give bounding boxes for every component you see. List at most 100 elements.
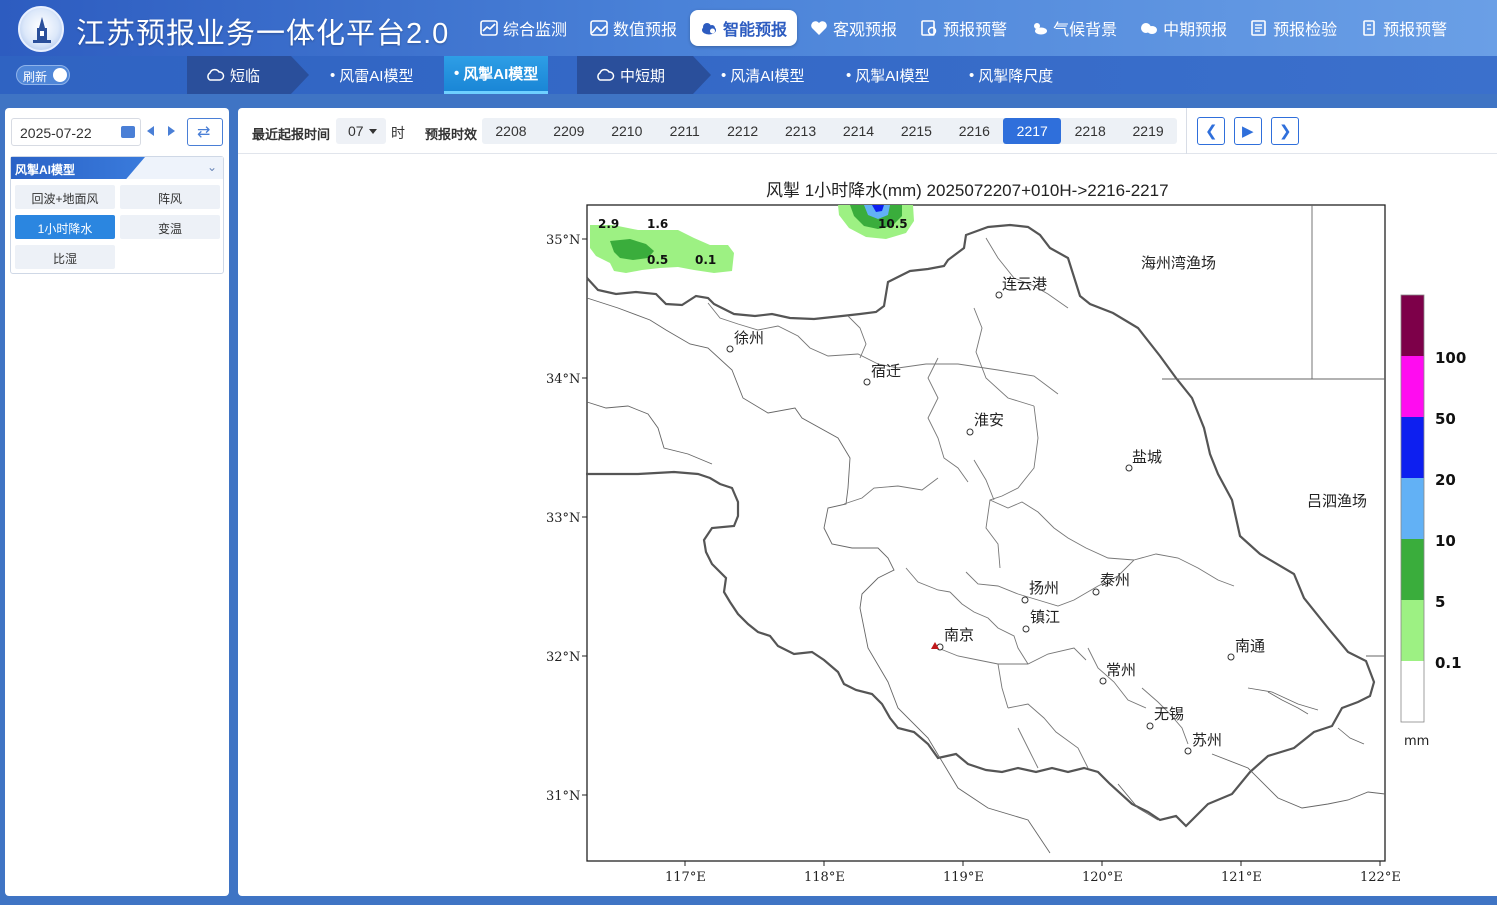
colorbar-label: 0.1 xyxy=(1435,654,1462,672)
map-frame xyxy=(586,204,1386,862)
refresh-label: 刷新 xyxy=(23,70,48,84)
valid-time-item[interactable]: 2208 xyxy=(482,118,540,144)
next-time-button[interactable]: ❯ xyxy=(1271,117,1299,145)
subnav-item-label: 风掣AI模型 xyxy=(463,66,539,83)
valid-time-item[interactable]: 2219 xyxy=(1119,118,1177,144)
nav-numerical-forecast[interactable]: 数值预报 xyxy=(580,10,687,46)
colorbar-label: 50 xyxy=(1435,410,1456,428)
colorbar-label: 100 xyxy=(1435,349,1466,367)
lon-label: 122°E xyxy=(1360,870,1401,885)
nav-forecast-warning[interactable]: 预报预警 xyxy=(910,10,1017,46)
city-label-nanjing: 南京 xyxy=(944,626,974,644)
var-temp-change[interactable]: 变温 xyxy=(120,215,220,239)
model-panel-header[interactable]: 风掣AI模型 ⌄ xyxy=(11,157,223,179)
valid-time-item[interactable]: 2216 xyxy=(945,118,1003,144)
lat-label: 33°N xyxy=(546,511,580,526)
subnav-group-short-medium[interactable]: 中短期 xyxy=(577,56,711,94)
city-dot xyxy=(726,345,734,353)
city-label-nantong: 南通 xyxy=(1235,637,1265,655)
valid-time-item[interactable]: 2213 xyxy=(772,118,830,144)
lat-label: 32°N xyxy=(546,650,580,665)
lon-label: 121°E xyxy=(1221,870,1262,885)
var-specific-humidity[interactable]: 比湿 xyxy=(15,245,115,269)
valid-time-list: 2208 2209 2210 2211 2212 2213 2214 2215 … xyxy=(482,118,1177,144)
cloud-icon xyxy=(702,23,717,35)
valid-time-item[interactable]: 2212 xyxy=(714,118,772,144)
valid-time-item[interactable]: 2215 xyxy=(887,118,945,144)
subnav-item-fengche-ai[interactable]: • 风掣AI模型 xyxy=(444,56,549,94)
nav-medium-range-forecast[interactable]: 中期预报 xyxy=(1130,10,1237,46)
valid-time-item-active[interactable]: 2217 xyxy=(1003,118,1062,144)
var-radar-wind[interactable]: 回波+地面风 xyxy=(15,185,115,209)
city-label-lianyungang: 连云港 xyxy=(1002,275,1047,293)
subnav-item-fengche-ai-2[interactable]: • 风掣AI模型 xyxy=(846,56,929,94)
model-title: 风掣AI模型 xyxy=(11,157,145,179)
subnav-item-fengqing-ai[interactable]: • 风清AI模型 xyxy=(721,56,804,94)
caret-down-icon xyxy=(369,129,377,134)
subnav-group-label: 中短期 xyxy=(620,67,666,85)
nav-objective-forecast[interactable]: 客观预报 xyxy=(800,10,907,46)
city-label-yancheng: 盐城 xyxy=(1132,448,1162,466)
colorbar-swatch xyxy=(1401,356,1424,417)
subnav-item-fenglei-ai[interactable]: • 风雷AI模型 xyxy=(330,56,413,94)
sea-label-haizhou-bay: 海州湾渔场 xyxy=(1141,254,1216,272)
city-label-suqian: 宿迁 xyxy=(871,362,901,380)
lat-label: 34°N xyxy=(546,372,580,387)
rain-value-label: 1.6 xyxy=(647,217,668,231)
valid-time-item[interactable]: 2210 xyxy=(598,118,656,144)
hour-unit-label: 时 xyxy=(391,125,405,141)
date-next-icon[interactable] xyxy=(168,126,175,136)
valid-time-item[interactable]: 2209 xyxy=(540,118,598,144)
subnav-item-fengche-downscale[interactable]: • 风掣降尺度 xyxy=(969,56,1053,94)
model-panel: 风掣AI模型 ⌄ 回波+地面风 阵风 1小时降水 变温 比湿 xyxy=(10,156,224,274)
valid-time-item[interactable]: 2211 xyxy=(656,118,714,144)
valid-time-item[interactable]: 2218 xyxy=(1061,118,1119,144)
rain-value-label: 0.5 xyxy=(647,253,668,267)
nav-label: 气候背景 xyxy=(1053,22,1118,39)
logo-tower-icon xyxy=(33,17,51,43)
lon-label: 120°E xyxy=(1082,870,1123,885)
colorbar-label: 5 xyxy=(1435,593,1445,611)
subnav-item-label: 风掣降尺度 xyxy=(978,67,1054,85)
city-dot xyxy=(1021,596,1029,604)
subnav-item-label: 风雷AI模型 xyxy=(339,67,414,85)
refresh-toggle[interactable]: 刷新 xyxy=(16,65,70,85)
prev-time-button[interactable]: ❮ xyxy=(1197,117,1225,145)
city-dot xyxy=(1022,625,1030,633)
init-hour-select[interactable]: 07 xyxy=(336,118,386,144)
chart-icon xyxy=(480,20,498,36)
city-label-huaian: 淮安 xyxy=(974,411,1004,429)
nav-intelligent-forecast[interactable]: 智能预报 xyxy=(690,10,798,46)
checklist-icon xyxy=(1251,20,1266,36)
city-label-yangzhou: 扬州 xyxy=(1029,579,1059,597)
alert-doc-icon xyxy=(921,20,937,36)
chevron-right-icon: ❯ xyxy=(1279,123,1292,140)
main-panel: 最近起报时间 07 时 预报时效 2208 2209 2210 2211 221… xyxy=(238,108,1497,896)
nav-label: 预报检验 xyxy=(1273,22,1338,39)
chevron-down-icon[interactable]: ⌄ xyxy=(207,160,217,174)
nav-forecast-verification[interactable]: 预报检验 xyxy=(1240,10,1347,46)
left-panel: 2025-07-22 ⇄ 风掣AI模型 ⌄ 回波+地面风 阵风 1小时降水 变温… xyxy=(5,108,229,896)
play-button[interactable]: ▶ xyxy=(1234,117,1262,145)
valid-time-item[interactable]: 2214 xyxy=(830,118,888,144)
calendar-icon[interactable] xyxy=(121,126,135,138)
date-prev-icon[interactable] xyxy=(147,126,154,136)
toggle-knob xyxy=(53,68,67,82)
colorbar-swatch xyxy=(1401,539,1424,600)
latest-init-label: 最近起报时间 xyxy=(252,127,331,142)
var-gust[interactable]: 阵风 xyxy=(120,185,220,209)
nav-climate-background[interactable]: 气候背景 xyxy=(1020,10,1127,46)
lon-label: 118°E xyxy=(804,870,845,885)
lon-label: 117°E xyxy=(665,870,706,885)
subnav-group-nowcast[interactable]: 短临 xyxy=(187,56,309,94)
swap-button[interactable]: ⇄ xyxy=(187,118,223,146)
city-label-suzhou: 苏州 xyxy=(1192,731,1222,749)
nav-label: 智能预报 xyxy=(723,22,788,39)
colorbar-swatch xyxy=(1401,661,1424,722)
nav-comprehensive-monitoring[interactable]: 综合监测 xyxy=(470,10,577,46)
nav-label: 数值预报 xyxy=(613,22,678,39)
city-dot xyxy=(936,643,944,651)
nav-forecast-warning-2[interactable]: 预报预警 xyxy=(1350,10,1457,46)
date-picker[interactable]: 2025-07-22 xyxy=(11,118,141,146)
var-1h-precip[interactable]: 1小时降水 xyxy=(15,215,115,239)
